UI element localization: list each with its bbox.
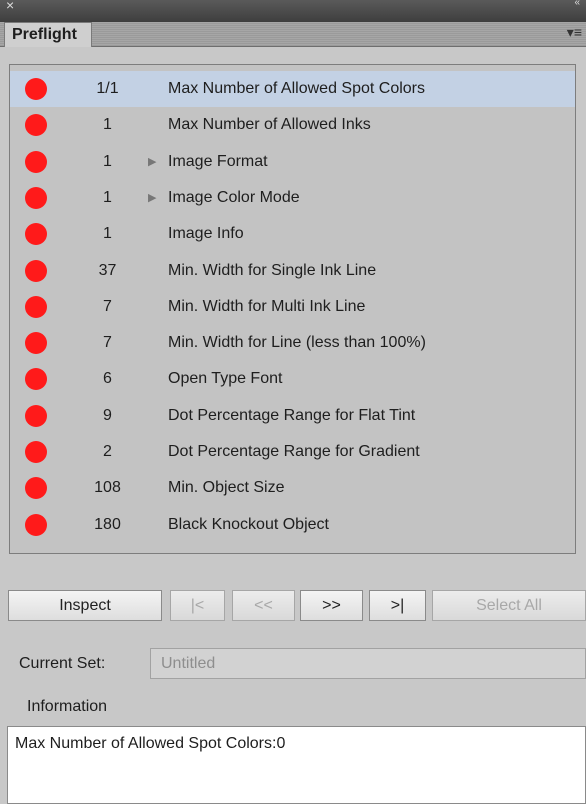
error-status-icon xyxy=(25,223,47,246)
error-status-icon xyxy=(25,259,47,282)
list-item[interactable]: 37 Min. Width for Single Ink Line xyxy=(10,253,575,289)
close-icon[interactable]: × xyxy=(6,0,14,13)
current-set-label: Current Set: xyxy=(19,655,106,672)
list-item[interactable]: 7 Min. Width for Multi Ink Line xyxy=(10,289,575,325)
panel-title-bar: × « xyxy=(0,0,586,22)
rule-label: Dot Percentage Range for Gradient xyxy=(168,443,420,460)
information-text: Max Number of Allowed Spot Colors:0 xyxy=(15,735,286,752)
error-status-icon xyxy=(25,295,47,318)
list-item[interactable]: 2 Dot Percentage Range for Gradient xyxy=(10,434,575,470)
error-count: 1 xyxy=(103,225,112,243)
error-status-icon xyxy=(25,186,47,209)
expand-triangle-icon[interactable]: ▶ xyxy=(148,155,156,168)
rule-label: Min. Width for Single Ink Line xyxy=(168,261,377,279)
next-button[interactable]: >> xyxy=(300,590,363,621)
error-status-icon xyxy=(25,404,47,427)
list-item[interactable]: 6 Open Type Font xyxy=(10,361,575,397)
error-count: 1 xyxy=(103,152,112,170)
list-item[interactable]: 9 Dot Percentage Range for Flat Tint xyxy=(10,398,575,434)
list-item[interactable]: 1 Image Info xyxy=(10,216,575,252)
list-item[interactable]: 1/1 Max Number of Allowed Spot Colors xyxy=(10,71,575,107)
list-item[interactable]: 108 Min. Object Size xyxy=(10,470,575,506)
error-count: 2 xyxy=(103,443,112,460)
rule-label: Image Info xyxy=(168,225,244,243)
error-status-icon xyxy=(25,150,47,173)
error-status-icon xyxy=(25,78,47,100)
tab-row: Preflight ▾≡ xyxy=(0,22,586,47)
error-status-icon xyxy=(25,477,47,500)
expand-triangle-icon[interactable]: ▶ xyxy=(148,191,156,204)
inspect-button[interactable]: Inspect xyxy=(8,590,162,621)
last-button[interactable]: >| xyxy=(369,590,426,621)
error-status-icon xyxy=(25,332,47,355)
list-item[interactable]: 1 Max Number of Allowed Inks xyxy=(10,107,575,143)
rule-label: Min. Object Size xyxy=(168,479,285,497)
error-count: 37 xyxy=(98,261,117,279)
error-status-icon xyxy=(25,368,47,391)
error-count: 7 xyxy=(103,297,112,315)
previous-button[interactable]: << xyxy=(232,590,295,621)
select-all-button[interactable]: Select All xyxy=(432,590,586,621)
list-item[interactable]: 7 Min. Width for Line (less than 100%) xyxy=(10,325,575,361)
list-item[interactable]: 1 ▶ Image Format xyxy=(10,144,575,180)
rule-label: Min. Width for Line (less than 100%) xyxy=(168,334,426,352)
error-status-icon xyxy=(25,441,47,463)
rule-label: Min. Width for Multi Ink Line xyxy=(168,297,366,315)
rule-label: Open Type Font xyxy=(168,370,283,388)
error-status-icon xyxy=(25,114,47,137)
error-count: 9 xyxy=(103,406,112,424)
error-count: 108 xyxy=(94,479,121,497)
rule-label: Black Knockout Object xyxy=(168,515,329,533)
rule-label: Image Format xyxy=(168,152,268,170)
error-count: 7 xyxy=(103,334,112,352)
error-count: 1 xyxy=(103,188,112,206)
error-count: 1 xyxy=(103,116,112,134)
error-count: 6 xyxy=(103,370,112,388)
rule-label: Image Color Mode xyxy=(168,188,300,206)
tab-preflight[interactable]: Preflight xyxy=(4,22,92,47)
first-button[interactable]: |< xyxy=(170,590,225,621)
panel-menu-icon[interactable]: ▾≡ xyxy=(567,24,582,41)
current-set-field[interactable]: Untitled xyxy=(150,648,586,679)
rule-label: Max Number of Allowed Spot Colors xyxy=(168,80,425,97)
rule-label: Dot Percentage Range for Flat Tint xyxy=(168,406,416,424)
information-box: Max Number of Allowed Spot Colors:0 xyxy=(7,726,586,804)
list-item[interactable]: 1 ▶ Image Color Mode xyxy=(10,180,575,216)
preflight-results-list[interactable]: 1/1 Max Number of Allowed Spot Colors 1 Max… xyxy=(9,64,576,554)
rule-label: Max Number of Allowed Inks xyxy=(168,116,371,134)
error-count: 1/1 xyxy=(96,80,119,97)
error-count: 180 xyxy=(94,515,121,533)
collapse-icon[interactable]: « xyxy=(574,0,580,8)
information-label: Information xyxy=(27,698,108,715)
list-item[interactable]: 180 Black Knockout Object xyxy=(10,507,575,543)
error-status-icon xyxy=(25,513,47,536)
